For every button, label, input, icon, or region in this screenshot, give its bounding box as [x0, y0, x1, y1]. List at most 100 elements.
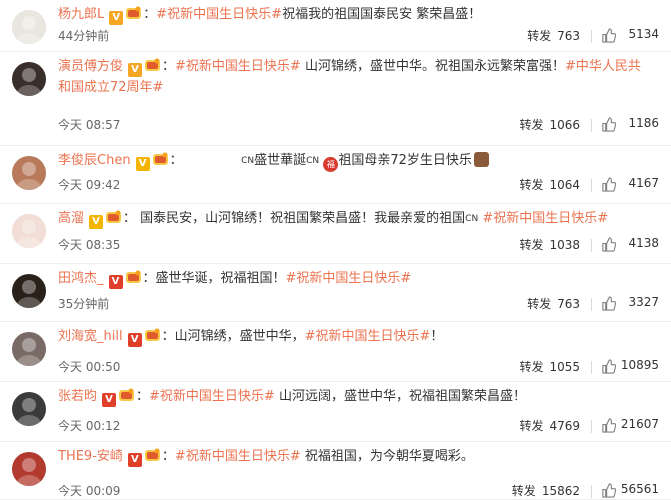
- post-text-segment: ：: [161, 449, 175, 464]
- username-link[interactable]: 李俊辰Chen: [58, 153, 131, 168]
- divider: [591, 361, 592, 374]
- post-text-segment: 祝福祖国，为今朝华夏喝彩。: [300, 449, 474, 464]
- repost-button[interactable]: 转发 1038: [519, 236, 580, 253]
- topic-link[interactable]: #祝新中国生日快乐#: [156, 7, 282, 22]
- thumbs-up-icon[interactable]: [601, 237, 616, 252]
- topic-link[interactable]: #祝新中国生日快乐#: [305, 329, 431, 344]
- thumbs-up-icon[interactable]: [601, 483, 616, 498]
- post-time: 今天 00:50: [58, 360, 121, 374]
- avatar[interactable]: [12, 452, 46, 486]
- verified-badge-icon: V: [127, 333, 142, 347]
- country-flag-text: CN: [465, 214, 479, 224]
- member-medal-icon: [125, 6, 142, 20]
- username-link[interactable]: THE9-安崎: [58, 449, 123, 464]
- avatar[interactable]: [12, 10, 46, 44]
- repost-count: 1064: [549, 178, 580, 192]
- verified-badge-icon: V: [89, 215, 104, 229]
- post-text: 演员傅方俊 V ：#祝新中国生日快乐# 山河锦绣，盛世中华。祝祖国永远繁荣富强！#中…: [58, 56, 649, 98]
- divider: [591, 420, 592, 433]
- post-row: 杨九郎L V ：#祝新中国生日快乐#祝福我的祖国国泰民安 繁荣昌盛！ 44分钟前 转发 7…: [0, 0, 671, 52]
- post-text: 杨九郎L V ：#祝新中国生日快乐#祝福我的祖国国泰民安 繁荣昌盛！: [58, 4, 649, 25]
- post-time: 今天 00:09: [58, 484, 121, 498]
- avatar[interactable]: [12, 332, 46, 366]
- red-badge-emoji-icon: 福: [323, 157, 339, 172]
- member-medal-icon: [144, 448, 161, 462]
- member-medal-icon: [144, 58, 161, 72]
- like-count[interactable]: 56561: [621, 482, 659, 496]
- post-text-segment: ：: [162, 59, 176, 74]
- thumbs-up-icon[interactable]: [601, 359, 616, 374]
- repost-label: 转发: [511, 484, 536, 498]
- member-medal-icon: [118, 388, 135, 402]
- post-text-segment: ：: [143, 7, 157, 22]
- repost-button[interactable]: 转发 1066: [519, 116, 580, 133]
- like-count[interactable]: 21607: [621, 417, 659, 431]
- post-time: 今天 08:35: [58, 238, 121, 252]
- topic-link[interactable]: #祝新中国生日快乐#: [149, 389, 275, 404]
- repost-count: 1055: [549, 360, 580, 374]
- divider: [591, 30, 592, 43]
- topic-link[interactable]: #祝新中国生日快乐#: [175, 449, 301, 464]
- username-link[interactable]: 张若昀: [58, 389, 97, 404]
- post-row: 高溜 V ： 国泰民安，山河锦绣！祝祖国繁荣昌盛！我最亲爱的祖国CN #祝新中国生日…: [0, 204, 671, 264]
- thumbs-up-icon[interactable]: [601, 177, 616, 192]
- avatar[interactable]: [12, 214, 46, 248]
- member-medal-icon: [152, 152, 169, 166]
- country-flag-text: CN: [306, 156, 320, 166]
- post-text-segment: ！: [430, 329, 444, 344]
- like-count[interactable]: 1186: [628, 116, 659, 130]
- repost-button[interactable]: 转发 763: [527, 295, 580, 312]
- avatar[interactable]: [12, 156, 46, 190]
- post-text-segment: [176, 153, 241, 168]
- weibo-feed: 杨九郎L V ：#祝新中国生日快乐#祝福我的祖国国泰民安 繁荣昌盛！ 44分钟前 转发 7…: [0, 0, 671, 500]
- thumbs-up-icon[interactable]: [601, 418, 616, 433]
- post-text: 刘海宽_hill V ：山河锦绣，盛世中华，#祝新中国生日快乐#！: [58, 326, 649, 347]
- username-link[interactable]: 高溜: [58, 211, 84, 226]
- username-link[interactable]: 演员傅方俊: [58, 59, 123, 74]
- post-text-segment: 山河锦绣，盛世中华。祝祖国永远繁荣富强！: [300, 59, 565, 74]
- post-time: 35分钟前: [58, 297, 110, 311]
- verified-badge-icon: V: [135, 157, 150, 171]
- repost-button[interactable]: 转发 763: [527, 27, 580, 44]
- repost-label: 转发: [519, 178, 544, 192]
- like-count[interactable]: 10895: [621, 358, 659, 372]
- verified-badge-icon: V: [128, 63, 143, 77]
- like-count[interactable]: 4138: [628, 236, 659, 250]
- avatar[interactable]: [12, 62, 46, 96]
- post-text-segment: 山河远阔，盛世中华，祝福祖国繁荣昌盛！: [274, 389, 526, 404]
- thumbs-up-icon[interactable]: [601, 296, 616, 311]
- topic-link[interactable]: #祝新中国生日快乐#: [482, 211, 608, 226]
- post-row: 演员傅方俊 V ：#祝新中国生日快乐# 山河锦绣，盛世中华。祝祖国永远繁荣富强！#中…: [0, 52, 671, 146]
- repost-button[interactable]: 转发 15862: [512, 482, 580, 499]
- like-count[interactable]: 3327: [628, 295, 659, 309]
- post-text-segment: 祖国母亲72岁生日快乐: [338, 153, 472, 168]
- verified-badge-icon: V: [102, 393, 117, 407]
- post-row: 张若昀 V ：#祝新中国生日快乐# 山河远阔，盛世中华，祝福祖国繁荣昌盛！ 今天 00…: [0, 382, 671, 442]
- username-link[interactable]: 田鸿杰_: [58, 271, 104, 286]
- repost-button[interactable]: 转发 4769: [519, 417, 580, 434]
- like-count[interactable]: 4167: [628, 176, 659, 190]
- verified-badge-icon: V: [108, 275, 123, 289]
- repost-label: 转发: [519, 238, 544, 252]
- post-time: 今天 09:42: [58, 178, 121, 192]
- topic-link[interactable]: #祝新中国生日快乐#: [175, 59, 301, 74]
- divider: [591, 239, 592, 252]
- post-time: 44分钟前: [58, 29, 110, 43]
- post-text-segment: ：山河锦绣，盛世中华，: [161, 329, 305, 344]
- repost-label: 转发: [519, 360, 544, 374]
- repost-button[interactable]: 转发 1064: [519, 176, 580, 193]
- username-link[interactable]: 刘海宽_hill: [58, 329, 123, 344]
- topic-link[interactable]: #祝新中国生日快乐#: [286, 271, 412, 286]
- post-text: 李俊辰Chen V： CN盛世華誕CN 福祖国母亲72岁生日快乐: [58, 150, 649, 172]
- thumbs-up-icon[interactable]: [601, 28, 616, 43]
- avatar[interactable]: [12, 274, 46, 308]
- thumbs-up-icon[interactable]: [601, 117, 616, 132]
- post-row: THE9-安崎 V ：#祝新中国生日快乐# 祝福祖国，为今朝华夏喝彩。今天 00:0…: [0, 442, 671, 500]
- like-count[interactable]: 5134: [628, 27, 659, 41]
- post-text-segment: ：: [136, 389, 150, 404]
- verified-badge-icon: V: [109, 11, 124, 25]
- username-link[interactable]: 杨九郎L: [58, 7, 104, 22]
- repost-button[interactable]: 转发 1055: [519, 358, 580, 375]
- avatar[interactable]: [12, 392, 46, 426]
- verified-badge-icon: V: [127, 453, 142, 467]
